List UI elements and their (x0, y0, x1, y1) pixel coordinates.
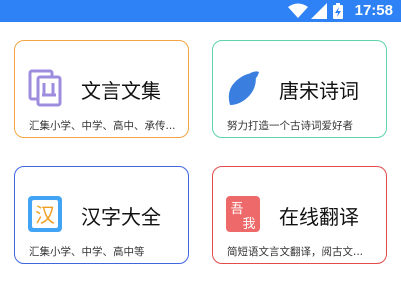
card-zaixianfanyi[interactable]: 吾 我 在线翻译 简短语文言文翻译，阅古文... (212, 166, 387, 264)
card-description: 努力打造一个古诗词爱好者 (227, 120, 353, 132)
card-description: 简短语文言文翻译，阅古文... (227, 246, 364, 258)
card-title: 文言文集 (81, 79, 161, 103)
han-character-icon: 汉 (28, 196, 62, 232)
card-title: 唐宋诗词 (279, 79, 359, 103)
translate-stamp-icon: 吾 我 (226, 196, 260, 232)
card-description: 汇集小学、中学、高中、承传... (29, 120, 176, 132)
status-time: 17:58 (354, 2, 393, 19)
wifi-icon (288, 3, 308, 18)
card-hanzidaquan[interactable]: 汉 汉字大全 汇集小学、中学、高中等 (14, 166, 189, 264)
leaf-icon (228, 71, 259, 105)
card-title: 汉字大全 (81, 205, 161, 229)
book-icon (28, 69, 62, 107)
icon-glyph: 汉 (35, 203, 55, 227)
icon-glyph: 我 (242, 217, 255, 232)
icon-glyph: 吾 (230, 202, 243, 217)
signal-icon (311, 3, 327, 19)
status-bar: 17:58 (0, 0, 401, 22)
battery-icon (333, 3, 343, 19)
card-tangsongshici[interactable]: 唐宋诗词 努力打造一个古诗词爱好者 (212, 40, 387, 138)
card-title: 在线翻译 (279, 205, 359, 229)
card-description: 汇集小学、中学、高中等 (29, 246, 145, 258)
card-wenyanwenji[interactable]: 文言文集 汇集小学、中学、高中、承传... (14, 40, 189, 138)
